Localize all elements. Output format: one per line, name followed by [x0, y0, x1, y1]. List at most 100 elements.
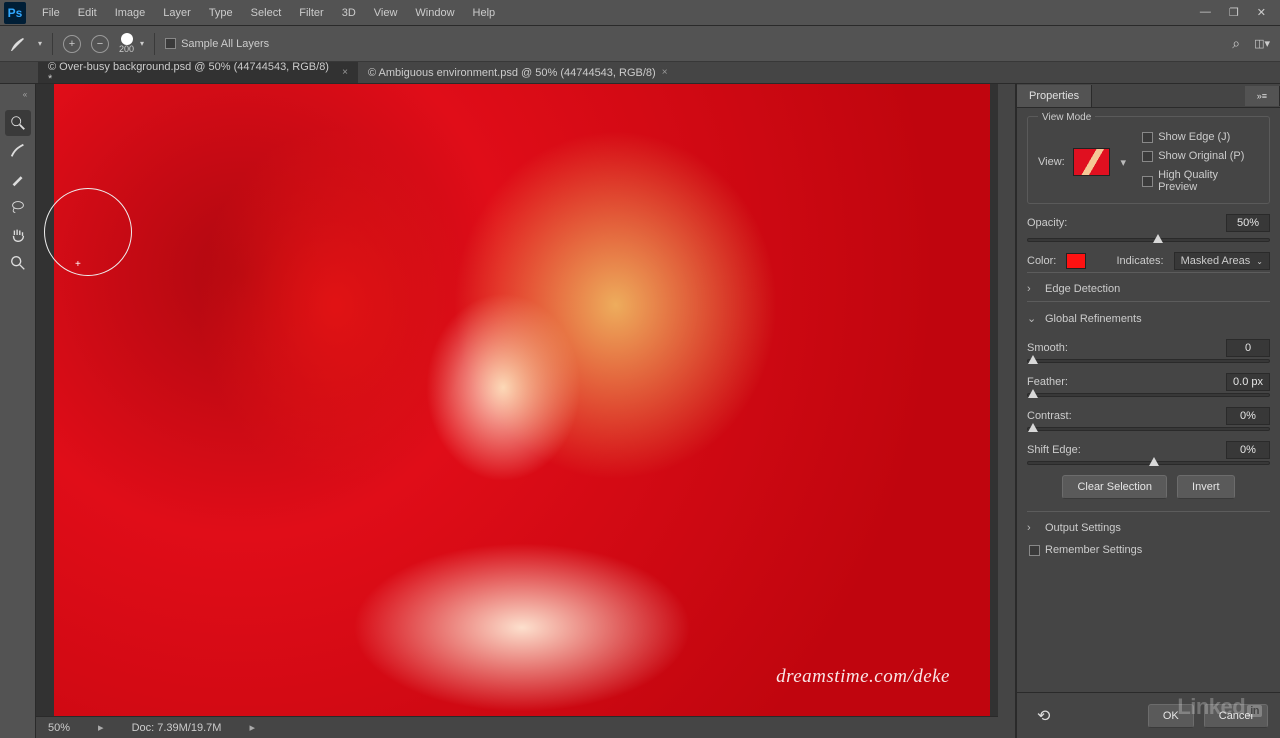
chevron-down-icon[interactable]: ▾	[38, 39, 42, 48]
ok-button[interactable]: OK	[1148, 704, 1194, 728]
high-quality-preview-checkbox[interactable]: High Quality Preview	[1142, 169, 1259, 193]
shift-edge-label: Shift Edge:	[1027, 444, 1081, 456]
menu-type[interactable]: Type	[201, 3, 241, 23]
feather-label: Feather:	[1027, 376, 1068, 388]
panel-footer: ⟲ OK Cancel	[1017, 692, 1280, 738]
tab-over-busy-background[interactable]: © Over-busy background.psd @ 50% (447445…	[38, 62, 358, 83]
options-bar: ▾ + − 200 ▾ Sample All Layers ⌕ ◫▾	[0, 26, 1280, 62]
feather-slider[interactable]	[1027, 393, 1270, 397]
section-title: Output Settings	[1045, 522, 1121, 534]
chevron-down-icon[interactable]: ▾	[1118, 156, 1128, 169]
tab-close-icon[interactable]: ×	[662, 67, 668, 78]
overlay-color-swatch[interactable]	[1066, 253, 1086, 269]
shift-edge-slider[interactable]	[1027, 461, 1270, 465]
view-mode-group: View Mode View: ▾ Show Edge (J) Show Ori…	[1027, 116, 1270, 204]
reset-icon[interactable]: ⟲	[1037, 706, 1050, 726]
subtract-from-selection-icon[interactable]: −	[91, 35, 109, 53]
view-thumbnail[interactable]	[1073, 148, 1111, 176]
checkbox-icon	[165, 38, 176, 49]
invert-button[interactable]: Invert	[1177, 475, 1235, 499]
section-title: Edge Detection	[1045, 283, 1120, 295]
workspace-icon[interactable]: ◫▾	[1254, 37, 1270, 50]
document-canvas[interactable]: dreamstime.com/deke	[54, 84, 990, 716]
cancel-button[interactable]: Cancel	[1204, 704, 1268, 728]
watermark-text: dreamstime.com/deke	[776, 666, 950, 688]
refine-edge-brush-tool[interactable]	[5, 138, 31, 164]
collapsed-panel-dock[interactable]	[998, 84, 1016, 738]
tab-close-icon[interactable]: ×	[342, 67, 348, 78]
lasso-tool[interactable]	[5, 194, 31, 220]
menu-window[interactable]: Window	[407, 3, 462, 23]
menubar: Ps File Edit Image Layer Type Select Fil…	[0, 0, 1280, 26]
opacity-value[interactable]: 50%	[1226, 214, 1270, 232]
smooth-value[interactable]: 0	[1226, 339, 1270, 357]
brush-size-picker[interactable]: 200	[119, 33, 134, 54]
menu-layer[interactable]: Layer	[155, 3, 199, 23]
image-content	[54, 84, 990, 716]
global-refinements-section[interactable]: ⌄ Global Refinements	[1027, 301, 1270, 331]
opacity-slider[interactable]	[1027, 238, 1270, 242]
brush-tool[interactable]	[5, 166, 31, 192]
edge-detection-section[interactable]: › Edge Detection	[1027, 272, 1270, 301]
menu-filter[interactable]: Filter	[291, 3, 331, 23]
status-bar: 50% ▸ Doc: 7.39M/19.7M ▸	[36, 716, 998, 738]
chevron-down-icon[interactable]: ▾	[140, 39, 144, 48]
view-mode-title: View Mode	[1038, 112, 1095, 123]
menu-help[interactable]: Help	[465, 3, 504, 23]
sample-all-label: Sample All Layers	[181, 38, 269, 50]
canvas-area: dreamstime.com/deke 50% ▸ Doc: 7.39M/19.…	[36, 84, 998, 738]
tab-properties[interactable]: Properties	[1017, 85, 1092, 107]
tool-preset-icon[interactable]	[8, 34, 28, 54]
tab-label: © Ambiguous environment.psd @ 50% (44744…	[368, 67, 656, 79]
menu-image[interactable]: Image	[107, 3, 154, 23]
menu-view[interactable]: View	[366, 3, 406, 23]
window-controls: — ❐ ✕	[1200, 6, 1280, 19]
smooth-label: Smooth:	[1027, 342, 1068, 354]
feather-value[interactable]: 0.0 px	[1226, 373, 1270, 391]
opacity-label: Opacity:	[1027, 217, 1067, 229]
add-to-selection-icon[interactable]: +	[63, 35, 81, 53]
show-original-checkbox[interactable]: Show Original (P)	[1142, 150, 1259, 162]
contrast-value[interactable]: 0%	[1226, 407, 1270, 425]
brush-size-value: 200	[119, 45, 134, 54]
doc-size[interactable]: Doc: 7.39M/19.7M	[132, 722, 222, 734]
minimize-icon[interactable]: —	[1200, 6, 1211, 19]
sample-all-layers-checkbox[interactable]: Sample All Layers	[165, 38, 269, 50]
shift-edge-value[interactable]: 0%	[1226, 441, 1270, 459]
contrast-slider[interactable]	[1027, 427, 1270, 431]
chevron-right-icon: ›	[1027, 522, 1037, 534]
chevron-right-icon: ›	[1027, 283, 1037, 295]
properties-panel: Properties »≡ View Mode View: ▾ Show Edg…	[1016, 84, 1280, 738]
panel-menu-icon[interactable]: »≡	[1245, 86, 1280, 106]
hand-tool[interactable]	[5, 222, 31, 248]
chevron-right-icon[interactable]: ▸	[249, 721, 255, 734]
document-tabstrip: © Over-busy background.psd @ 50% (447445…	[0, 62, 1280, 84]
clear-selection-button[interactable]: Clear Selection	[1062, 475, 1167, 499]
panel-tabbar: Properties »≡	[1017, 84, 1280, 108]
menu-select[interactable]: Select	[243, 3, 290, 23]
smooth-slider[interactable]	[1027, 359, 1270, 363]
toolbox: «	[0, 84, 36, 738]
tab-ambiguous-environment[interactable]: © Ambiguous environment.psd @ 50% (44744…	[358, 62, 678, 83]
menu-3d[interactable]: 3D	[334, 3, 364, 23]
remember-settings-checkbox[interactable]: Remember Settings	[1029, 544, 1270, 556]
close-icon[interactable]: ✕	[1257, 6, 1266, 19]
menu-edit[interactable]: Edit	[70, 3, 105, 23]
app-logo: Ps	[4, 2, 26, 24]
show-edge-checkbox[interactable]: Show Edge (J)	[1142, 131, 1259, 143]
output-settings-section[interactable]: › Output Settings	[1027, 511, 1270, 540]
chevron-right-icon[interactable]: ▸	[98, 721, 104, 734]
contrast-label: Contrast:	[1027, 410, 1072, 422]
restore-icon[interactable]: ❐	[1229, 6, 1239, 19]
search-icon[interactable]: ⌕	[1232, 35, 1240, 52]
quick-selection-tool[interactable]	[5, 110, 31, 136]
cursor-plus-icon: +	[75, 259, 81, 270]
menu-file[interactable]: File	[34, 3, 68, 23]
tab-label: © Over-busy background.psd @ 50% (447445…	[48, 61, 336, 85]
zoom-tool[interactable]	[5, 250, 31, 276]
view-label: View:	[1038, 156, 1065, 168]
collapse-icon[interactable]: «	[19, 90, 31, 102]
color-label: Color:	[1027, 255, 1056, 267]
indicates-dropdown[interactable]: Masked Areas⌄	[1174, 252, 1270, 270]
zoom-level[interactable]: 50%	[48, 722, 70, 734]
